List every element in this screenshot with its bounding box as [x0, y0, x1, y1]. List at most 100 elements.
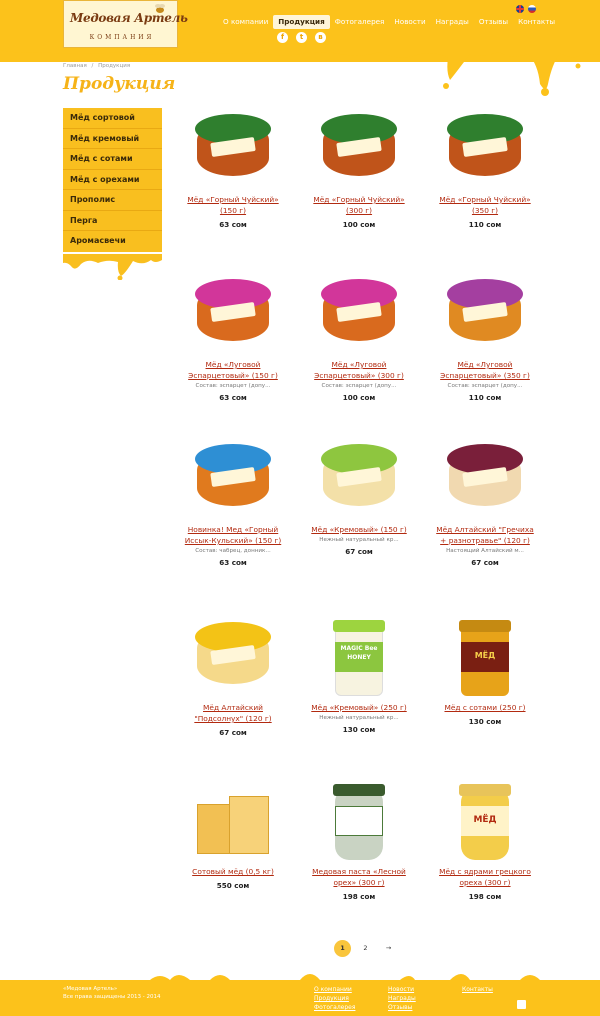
logo-subtitle: КОМПАНИЯ — [89, 34, 155, 41]
footer-link-contacts[interactable]: Контакты — [462, 985, 493, 994]
product-name-link[interactable]: Мёд «Горный Чуйский» (150 г) — [170, 194, 296, 216]
product-image[interactable] — [193, 275, 273, 355]
product-price: 67 сом — [471, 558, 499, 567]
footer-link-about[interactable]: О компании — [314, 985, 355, 994]
product-card[interactable]: Мёд «Горный Чуйский» (300 г) 100 сом — [296, 110, 422, 229]
product-price: 198 сом — [468, 892, 502, 901]
product-image[interactable] — [319, 275, 399, 355]
product-image[interactable]: МЁД — [445, 618, 525, 698]
nav-news[interactable]: Новости — [389, 15, 430, 29]
vk-icon[interactable]: в — [315, 32, 326, 43]
footer-link-products[interactable]: Продукция — [314, 994, 355, 1003]
product-card[interactable]: Мёд «Луговой Эспарцетовый» (300 г) Соста… — [296, 275, 422, 402]
product-image[interactable] — [193, 440, 273, 520]
product-price: 63 сом — [219, 220, 247, 229]
next-page-arrow-icon[interactable]: → — [380, 940, 397, 957]
product-name-link[interactable]: Мёд «Кремовый» (250 г) — [296, 702, 422, 713]
product-image[interactable] — [445, 110, 525, 190]
page-1-button[interactable]: 1 — [334, 940, 351, 957]
facebook-icon[interactable]: f — [277, 32, 288, 43]
pagination: 1 2 → — [334, 940, 397, 957]
product-image[interactable] — [445, 440, 525, 520]
jar-label-text: МЁД — [461, 806, 509, 836]
product-name-link[interactable]: Мёд «Луговой Эспарцетовый» (350 г) — [422, 359, 548, 381]
product-card[interactable]: Мёд Алтайский "Гречиха + разнотравье" (1… — [422, 440, 548, 567]
breadcrumb-home[interactable]: Главная — [63, 63, 87, 69]
footer-link-news[interactable]: Новости — [388, 985, 416, 994]
product-description: Состав: эспарцет (допу... — [321, 383, 397, 389]
product-name-link[interactable]: Новинка! Мед «Горный Иссык-Кульский» (15… — [170, 524, 296, 546]
bee-icon — [155, 4, 165, 13]
product-card[interactable]: MAGIC Bee HONEY Мёд «Кремовый» (250 г) Н… — [296, 618, 422, 734]
sidebar-item-candles[interactable]: Аромасвечи — [63, 231, 162, 252]
product-image[interactable] — [193, 618, 273, 698]
product-name-link[interactable]: Мёд «Кремовый» (150 г) — [296, 524, 422, 535]
footer-links-column-1: О компании Продукция Фотогалерея — [314, 985, 355, 1012]
product-card[interactable]: Мёд Алтайский "Подсолнух" (120 г) 67 сом — [170, 618, 296, 737]
product-description: Состав: эспарцет (допу... — [195, 383, 271, 389]
nav-contacts[interactable]: Контакты — [513, 15, 560, 29]
product-name-link[interactable]: Медовая паста «Лесной орех» (300 г) — [296, 866, 422, 888]
product-image[interactable] — [445, 275, 525, 355]
product-image[interactable]: МЁД — [445, 782, 525, 862]
footer-links-column-2: Новости Награды Отзывы — [388, 985, 416, 1012]
product-name-link[interactable]: Мёд Алтайский "Гречиха + разнотравье" (1… — [422, 524, 548, 546]
product-image[interactable] — [319, 110, 399, 190]
developer-logo-icon[interactable] — [517, 1000, 526, 1009]
sidebar-item-nut-honey[interactable]: Мёд с орехами — [63, 170, 162, 190]
footer-link-awards[interactable]: Награды — [388, 994, 416, 1003]
product-price: 130 сом — [468, 717, 502, 726]
product-name-link[interactable]: Мёд с сотами (250 г) — [422, 702, 548, 713]
nav-products[interactable]: Продукция — [273, 15, 330, 29]
product-description: Нежный натуральный кр... — [319, 715, 399, 721]
product-image[interactable] — [319, 440, 399, 520]
product-image[interactable]: MAGIC Bee HONEY — [319, 618, 399, 698]
product-description: Настоящий Алтайский м... — [446, 548, 524, 554]
twitter-icon[interactable]: t — [296, 32, 307, 43]
product-name-link[interactable]: Мёд Алтайский "Подсолнух" (120 г) — [170, 702, 296, 724]
product-name-link[interactable]: Сотовый мёд (0,5 кг) — [170, 866, 296, 877]
product-image[interactable] — [319, 782, 399, 862]
product-card[interactable]: МЁД Мёд с ядрами грецкого ореха (300 г) … — [422, 782, 548, 901]
breadcrumb: Главная / Продукция — [63, 63, 130, 69]
nav-about[interactable]: О компании — [218, 15, 273, 29]
nav-gallery[interactable]: Фотогалерея — [330, 15, 390, 29]
product-price: 110 сом — [468, 393, 502, 402]
footer-link-gallery[interactable]: Фотогалерея — [314, 1003, 355, 1012]
sidebar-item-comb-honey[interactable]: Мёд с сотами — [63, 149, 162, 170]
product-name-link[interactable]: Мёд «Луговой Эспарцетовый» (150 г) — [170, 359, 296, 381]
product-price: 63 сом — [219, 393, 247, 402]
product-card[interactable]: Медовая паста «Лесной орех» (300 г) 198 … — [296, 782, 422, 901]
product-card[interactable]: Мёд «Горный Чуйский» (150 г) 63 сом — [170, 110, 296, 229]
nav-reviews[interactable]: Отзывы — [474, 15, 513, 29]
product-card[interactable]: Сотовый мёд (0,5 кг) 550 сом — [170, 782, 296, 890]
product-grid: Мёд «Горный Чуйский» (150 г) 63 сом Мёд … — [170, 110, 550, 920]
sidebar-item-varietal-honey[interactable]: Мёд сортовой — [63, 108, 162, 129]
product-card[interactable]: Новинка! Мед «Горный Иссык-Кульский» (15… — [170, 440, 296, 567]
page-2-button[interactable]: 2 — [357, 940, 374, 957]
product-image[interactable] — [193, 110, 273, 190]
footer-link-reviews[interactable]: Отзывы — [388, 1003, 416, 1012]
product-description: Нежный натуральный кр... — [319, 537, 399, 543]
language-switcher — [516, 5, 536, 13]
russian-flag-icon[interactable] — [528, 5, 536, 13]
product-image[interactable] — [193, 782, 273, 862]
logo[interactable]: Медовая Артель КОМПАНИЯ — [63, 0, 188, 48]
product-card[interactable]: Мёд «Луговой Эспарцетовый» (350 г) Соста… — [422, 275, 548, 402]
product-name-link[interactable]: Мёд «Горный Чуйский» (300 г) — [296, 194, 422, 216]
product-name-link[interactable]: Мёд с ядрами грецкого ореха (300 г) — [422, 866, 548, 888]
product-name-link[interactable]: Мёд «Луговой Эспарцетовый» (300 г) — [296, 359, 422, 381]
product-card[interactable]: МЁД Мёд с сотами (250 г) 130 сом — [422, 618, 548, 726]
product-price: 198 сом — [342, 892, 376, 901]
product-card[interactable]: Мёд «Луговой Эспарцетовый» (150 г) Соста… — [170, 275, 296, 402]
product-card[interactable]: Мёд «Кремовый» (150 г) Нежный натуральны… — [296, 440, 422, 556]
sidebar-item-perga[interactable]: Перга — [63, 211, 162, 231]
english-flag-icon[interactable] — [516, 5, 524, 13]
breadcrumb-separator: / — [91, 63, 94, 69]
product-price: 100 сом — [342, 220, 376, 229]
nav-awards[interactable]: Награды — [431, 15, 474, 29]
sidebar-item-cream-honey[interactable]: Мёд кремовый — [63, 129, 162, 149]
product-name-link[interactable]: Мёд «Горный Чуйский» (350 г) — [422, 194, 548, 216]
sidebar-item-propolis[interactable]: Прополис — [63, 190, 162, 211]
product-card[interactable]: Мёд «Горный Чуйский» (350 г) 110 сом — [422, 110, 548, 229]
